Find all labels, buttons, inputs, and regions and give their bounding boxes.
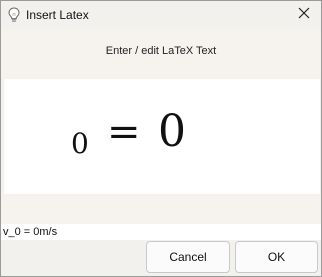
instructions-label: Enter / edit LaTeX Text (1, 29, 321, 73)
formula-subscript: 0 (71, 127, 89, 160)
formula-equals: = (107, 109, 141, 155)
latex-input[interactable] (3, 225, 319, 239)
close-button[interactable] (287, 1, 321, 29)
preview-bottom-band (1, 194, 321, 224)
latex-input-row (1, 224, 321, 240)
cancel-button[interactable]: Cancel (146, 241, 230, 273)
dialog-title: Insert Latex (26, 8, 89, 22)
ok-button[interactable]: OK (235, 241, 318, 273)
lightbulb-icon (7, 7, 21, 23)
insert-latex-dialog: Insert Latex Enter / edit LaTeX Text 0 =… (0, 0, 322, 277)
formula-rhs: 0 (158, 106, 186, 157)
title-bar[interactable]: Insert Latex (1, 1, 321, 29)
close-icon (298, 6, 310, 24)
